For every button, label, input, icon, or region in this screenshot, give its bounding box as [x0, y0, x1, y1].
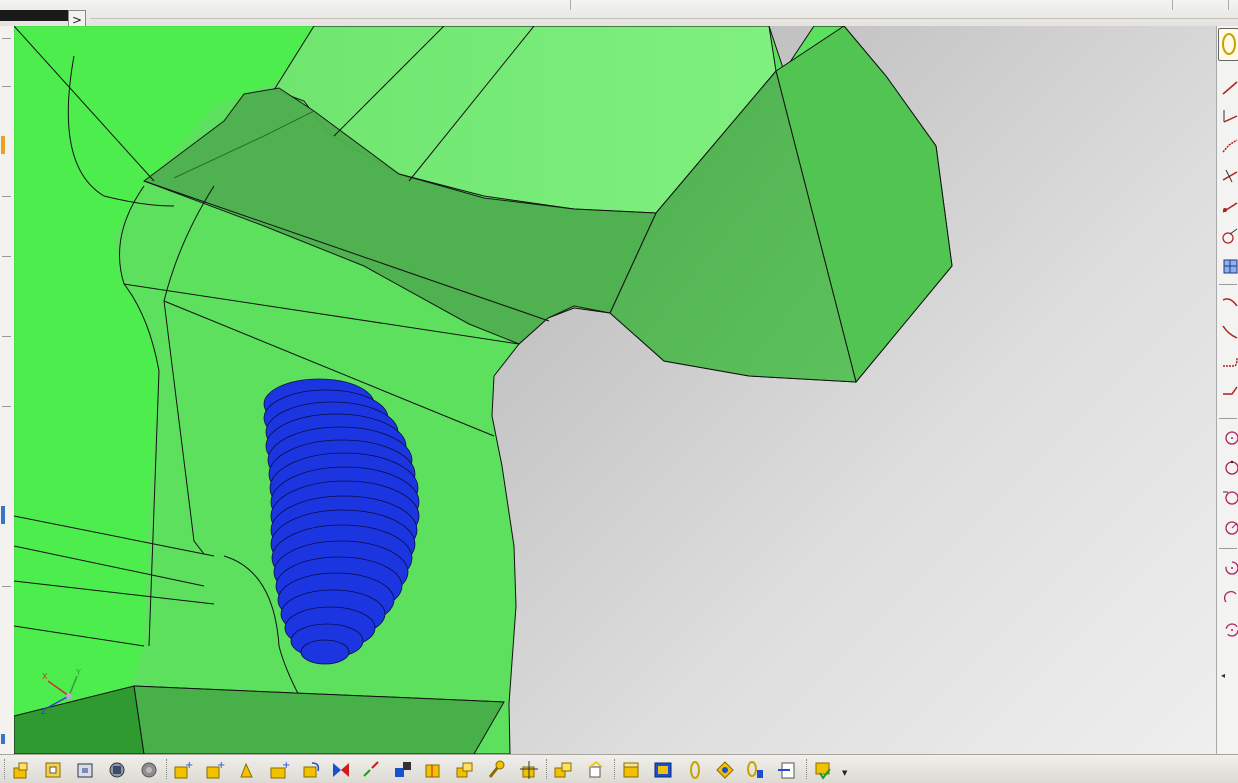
spline-icon[interactable] [1220, 292, 1238, 311]
chevron-down-icon[interactable]: ▼ [842, 769, 847, 777]
circle-center-icon[interactable] [1220, 518, 1238, 537]
fix-icon[interactable] [486, 759, 508, 781]
divider [90, 18, 1238, 19]
tree-marker [1, 734, 5, 744]
update-icon[interactable] [812, 759, 834, 781]
insert-part-icon[interactable]: + [268, 759, 290, 781]
manipulate-icon[interactable] [236, 759, 258, 781]
insert-new-icon[interactable]: + [204, 759, 226, 781]
line-normal-icon[interactable] [1220, 166, 1238, 185]
section-icon[interactable] [652, 759, 674, 781]
axis-constraint-icon[interactable] [518, 759, 540, 781]
circle-icon[interactable] [1220, 428, 1238, 447]
corner-icon[interactable] [1220, 352, 1238, 371]
z-axis-label: Z [41, 707, 47, 716]
sketch-toolbar: ◂ [1216, 26, 1238, 754]
connect-curve-icon[interactable] [1220, 322, 1238, 341]
chamfer-icon[interactable] [1220, 382, 1238, 401]
select-icon [1222, 33, 1236, 55]
insert-icon[interactable]: + [172, 759, 194, 781]
x-axis-label: X [42, 672, 48, 681]
rotate-icon[interactable] [300, 759, 322, 781]
specification-tree-strip[interactable] [0, 26, 15, 754]
svg-text:+: + [185, 760, 193, 771]
explode-icon[interactable] [360, 759, 382, 781]
bottom-toolbar: + + + ▼ [0, 754, 1238, 783]
svg-text:+: + [217, 760, 225, 771]
divider [1172, 0, 1173, 10]
part-geometry: X Y Z [14, 26, 953, 754]
polyline-icon[interactable] [1220, 136, 1238, 155]
scroll-left-icon[interactable]: ◂ [1221, 671, 1225, 680]
link-icon[interactable] [684, 759, 706, 781]
line-icon[interactable] [1220, 78, 1238, 97]
select-tool[interactable] [1218, 28, 1238, 61]
line-angle-icon[interactable] [1220, 196, 1238, 215]
arc-three-point-icon[interactable] [1220, 588, 1238, 607]
new-part-icon[interactable] [10, 759, 32, 781]
divider [570, 0, 571, 10]
progress-strip [0, 10, 68, 21]
open-icon[interactable] [42, 759, 64, 781]
arc-limits-icon[interactable] [1220, 620, 1238, 639]
scene-icon[interactable] [584, 759, 606, 781]
y-axis-label: Y [75, 668, 81, 677]
offset-icon[interactable] [422, 759, 444, 781]
catalog-icon[interactable] [552, 759, 574, 781]
measure-icon[interactable] [454, 759, 476, 781]
grid-icon[interactable] [1220, 256, 1238, 275]
divider [1228, 0, 1229, 10]
arc-icon[interactable] [1220, 558, 1238, 577]
circle-arc-icon[interactable] [1220, 226, 1238, 245]
svg-text:+: + [282, 760, 290, 771]
constraint-star-icon[interactable] [714, 759, 736, 781]
3d-viewport[interactable]: X Y Z [14, 26, 1216, 754]
component-icon[interactable] [74, 759, 96, 781]
tree-marker [1, 136, 5, 154]
product-icon[interactable] [106, 759, 128, 781]
constraint-icon[interactable] [392, 759, 414, 781]
gear-icon[interactable] [138, 759, 160, 781]
snap-icon[interactable] [330, 759, 352, 781]
top-bar: > [0, 0, 1238, 30]
three-point-circle-icon[interactable] [1220, 458, 1238, 477]
check-icon[interactable] [776, 759, 798, 781]
circle-tangent-icon[interactable] [1220, 488, 1238, 507]
analyze-icon[interactable] [744, 759, 766, 781]
axis-line-icon[interactable] [1220, 106, 1238, 125]
box-icon[interactable] [620, 759, 642, 781]
tree-marker [1, 506, 5, 524]
